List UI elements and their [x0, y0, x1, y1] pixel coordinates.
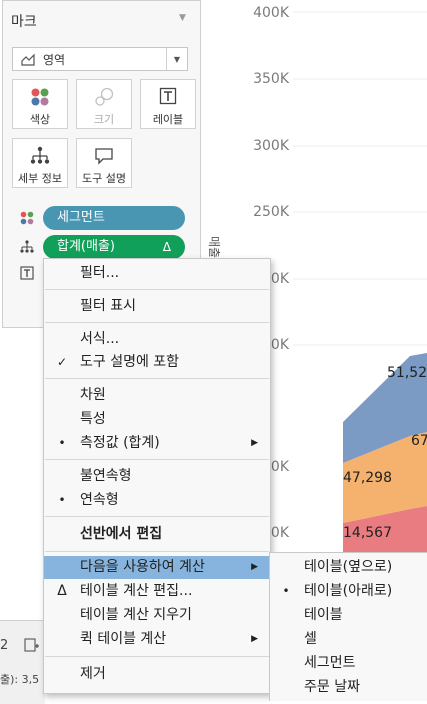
color-dots-icon	[20, 211, 34, 225]
submenu-arrow-icon: ▶	[251, 562, 258, 572]
color-button-label: 색상	[29, 113, 51, 126]
menu-divider	[45, 551, 269, 552]
menu-item-edit-in-shelf[interactable]: 선반에서 편집	[44, 523, 270, 546]
menu-divider	[45, 656, 269, 657]
menu-item-measure-sum[interactable]: • 측정값 (합계) ▶	[44, 432, 270, 455]
compute-using-submenu: 테이블(옆으로) • 테이블(아래로) 테이블 셀 세그먼트 주문 날짜	[269, 552, 427, 701]
bullet-icon: •	[58, 436, 66, 450]
text-label-icon	[159, 87, 177, 105]
segment-pill[interactable]: 세그먼트	[43, 206, 185, 230]
menu-item-discrete[interactable]: 불연속형	[44, 465, 270, 488]
menu-item-compute-using[interactable]: 다음을 사용하여 계산 ▶	[44, 556, 270, 579]
submenu-item-order-date[interactable]: 주문 날짜	[270, 675, 427, 699]
menu-item-show-filter[interactable]: 필터 표시	[44, 295, 270, 318]
sales-sum-pill[interactable]: 합계(매출) Δ	[43, 235, 185, 259]
data-label: 47,298	[343, 470, 392, 486]
submenu-item-cell[interactable]: 셀	[270, 627, 427, 651]
new-worksheet-icon[interactable]	[24, 637, 40, 653]
menu-item-remove[interactable]: 제거	[44, 663, 270, 686]
sales-sum-pill-label: 합계(매출)	[57, 239, 115, 254]
size-circles-icon	[95, 87, 114, 106]
submenu-item-table-across[interactable]: 테이블(옆으로)	[270, 555, 427, 579]
table-calc-delta-icon: Δ	[162, 240, 171, 254]
data-label: 51,52	[387, 365, 427, 381]
pill-context-menu: 필터... 필터 표시 서식... ✓ 도구 설명에 포함 차원 특성 • 측정…	[43, 258, 271, 694]
mark-type-dropdown[interactable]: 영역 ▼	[12, 47, 188, 71]
submenu-item-table[interactable]: 테이블	[270, 603, 427, 627]
tooltip-button-label: 도구 설명	[82, 172, 126, 185]
detail-hierarchy-icon	[20, 240, 34, 253]
menu-item-attribute[interactable]: 특성	[44, 408, 270, 431]
menu-divider	[45, 459, 269, 460]
bullet-icon: •	[58, 493, 66, 507]
color-dots-icon	[31, 88, 49, 106]
status-bar: 출): 3,5	[0, 670, 45, 704]
detail-hierarchy-icon	[30, 146, 50, 164]
segment-pill-label: 세그먼트	[57, 210, 105, 225]
marks-card-title: 마크	[11, 14, 37, 30]
size-button: 크기	[76, 79, 132, 129]
detail-button-label: 세부 정보	[18, 172, 62, 185]
menu-divider	[45, 322, 269, 323]
bullet-icon: •	[282, 584, 290, 598]
sheet-tab[interactable]: 2	[0, 638, 10, 653]
menu-item-clear-table-calc[interactable]: 테이블 계산 지우기	[44, 604, 270, 627]
chevron-down-icon[interactable]: ▼	[179, 13, 186, 23]
checkmark-icon: ✓	[56, 355, 68, 369]
menu-item-edit-table-calc[interactable]: Δ 테이블 계산 편집...	[44, 580, 270, 603]
text-label-icon	[20, 266, 34, 280]
menu-item-continuous[interactable]: • 연속형	[44, 489, 270, 512]
submenu-item-segment[interactable]: 세그먼트	[270, 651, 427, 675]
data-label: 67	[411, 433, 427, 449]
menu-divider	[45, 516, 269, 517]
mark-type-label: 영역	[43, 52, 66, 67]
menu-item-include-in-tooltip[interactable]: ✓ 도구 설명에 포함	[44, 351, 270, 374]
submenu-arrow-icon: ▶	[251, 438, 258, 448]
tooltip-button[interactable]: 도구 설명	[76, 138, 132, 188]
menu-divider	[45, 289, 269, 290]
menu-item-filter[interactable]: 필터...	[44, 262, 270, 285]
menu-item-dimension[interactable]: 차원	[44, 384, 270, 407]
chevron-down-icon[interactable]: ▼	[166, 48, 187, 70]
size-button-label: 크기	[93, 113, 115, 126]
menu-divider	[45, 378, 269, 379]
label-button[interactable]: 레이블	[140, 79, 196, 129]
tooltip-bubble-icon	[95, 148, 113, 165]
detail-button[interactable]: 세부 정보	[12, 138, 68, 188]
menu-item-format[interactable]: 서식...	[44, 328, 270, 351]
menu-item-quick-table-calc[interactable]: 퀵 테이블 계산 ▶	[44, 628, 270, 651]
data-label: 14,567	[343, 525, 392, 541]
color-button[interactable]: 색상	[12, 79, 68, 129]
submenu-item-table-down[interactable]: • 테이블(아래로)	[270, 579, 427, 603]
delta-icon: Δ	[57, 583, 67, 599]
submenu-arrow-icon: ▶	[251, 634, 258, 644]
label-button-label: 레이블	[152, 113, 184, 126]
area-chart-icon	[21, 53, 35, 66]
